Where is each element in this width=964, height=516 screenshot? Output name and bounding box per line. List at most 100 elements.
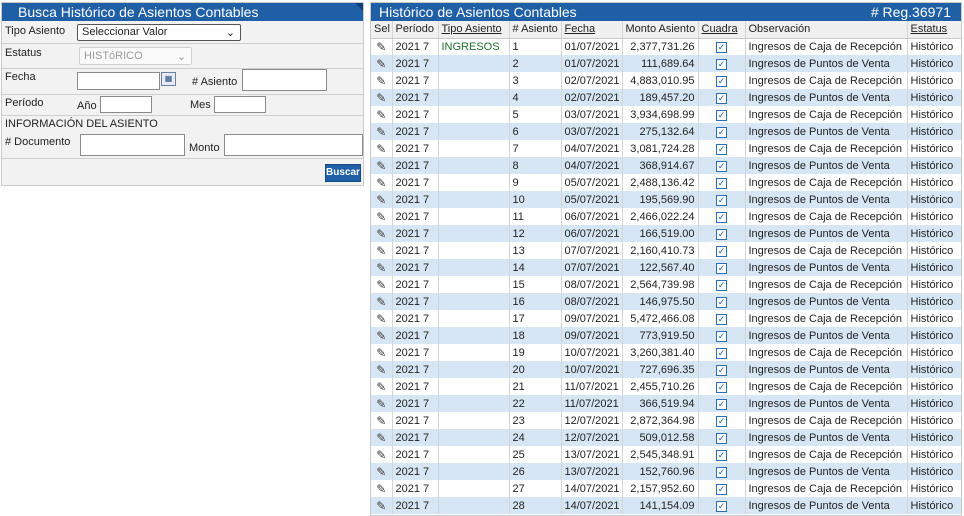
pencil-icon[interactable]: ✎ — [376, 380, 386, 394]
checkbox-checked-icon[interactable]: ✓ — [716, 398, 727, 410]
checkbox-checked-icon[interactable]: ✓ — [716, 466, 727, 478]
table-row[interactable]: ✎ 2021 7 21 11/07/2021 2,455,710.26 ✓ Ingresos… — [371, 378, 961, 395]
row-select-cell[interactable]: ✎ — [371, 293, 393, 310]
table-row[interactable]: ✎ 2021 7 14 07/07/2021 122,567.40 ✓ Ingresos d… — [371, 259, 961, 276]
row-select-cell[interactable]: ✎ — [371, 242, 393, 259]
row-select-cell[interactable]: ✎ — [371, 123, 393, 140]
row-select-cell[interactable]: ✎ — [371, 106, 393, 123]
monto-input[interactable] — [224, 134, 363, 156]
anio-input[interactable] — [100, 96, 152, 113]
checkbox-checked-icon[interactable]: ✓ — [716, 483, 727, 495]
table-row[interactable]: ✎ 2021 7 15 08/07/2021 2,564,739.98 ✓ Ingresos… — [371, 276, 961, 293]
checkbox-checked-icon[interactable]: ✓ — [716, 313, 727, 325]
checkbox-checked-icon[interactable]: ✓ — [716, 75, 727, 87]
checkbox-checked-icon[interactable]: ✓ — [716, 160, 727, 172]
pencil-icon[interactable]: ✎ — [376, 74, 386, 88]
pencil-icon[interactable]: ✎ — [376, 57, 386, 71]
table-row[interactable]: ✎ 2021 7 18 09/07/2021 773,919.50 ✓ Ingresos d… — [371, 327, 961, 344]
row-select-cell[interactable]: ✎ — [371, 378, 393, 395]
buscar-button[interactable]: Buscar — [325, 164, 361, 182]
col-header-tipo-asiento[interactable]: Tipo Asiento — [438, 21, 510, 39]
pencil-icon[interactable]: ✎ — [376, 210, 386, 224]
pencil-icon[interactable]: ✎ — [376, 363, 386, 377]
checkbox-checked-icon[interactable]: ✓ — [716, 279, 727, 291]
checkbox-checked-icon[interactable]: ✓ — [716, 126, 727, 138]
checkbox-checked-icon[interactable]: ✓ — [716, 211, 727, 223]
table-row[interactable]: ✎ 2021 7 5 03/07/2021 3,934,698.99 ✓ Ingresos … — [371, 106, 961, 123]
table-row[interactable]: ✎ 2021 7 20 10/07/2021 727,696.35 ✓ Ingresos d… — [371, 361, 961, 378]
checkbox-checked-icon[interactable]: ✓ — [716, 415, 727, 427]
row-select-cell[interactable]: ✎ — [371, 225, 393, 242]
row-select-cell[interactable]: ✎ — [371, 310, 393, 327]
pencil-icon[interactable]: ✎ — [376, 312, 386, 326]
pencil-icon[interactable]: ✎ — [376, 397, 386, 411]
row-select-cell[interactable]: ✎ — [371, 463, 393, 480]
table-row[interactable]: ✎ 2021 7 13 07/07/2021 2,160,410.73 ✓ Ingresos… — [371, 242, 961, 259]
table-row[interactable]: ✎ 2021 7 8 04/07/2021 368,914.67 ✓ Ingresos de… — [371, 157, 961, 174]
table-row[interactable]: ✎ 2021 7 25 13/07/2021 2,545,348.91 ✓ Ingresos… — [371, 446, 961, 463]
checkbox-checked-icon[interactable]: ✓ — [716, 92, 727, 104]
asiento-input[interactable] — [242, 69, 327, 91]
checkbox-checked-icon[interactable]: ✓ — [716, 58, 727, 70]
pencil-icon[interactable]: ✎ — [376, 499, 386, 513]
checkbox-checked-icon[interactable]: ✓ — [716, 228, 727, 240]
table-row[interactable]: ✎ 2021 7 22 11/07/2021 366,519.94 ✓ Ingresos d… — [371, 395, 961, 412]
col-header-cuadra[interactable]: Cuadra — [698, 21, 746, 39]
table-row[interactable]: ✎ 2021 7 24 12/07/2021 509,012.58 ✓ Ingresos d… — [371, 429, 961, 446]
col-header-estatus[interactable]: Estatus — [907, 21, 961, 39]
table-row[interactable]: ✎ 2021 7 6 03/07/2021 275,132.64 ✓ Ingresos de… — [371, 123, 961, 140]
row-select-cell[interactable]: ✎ — [371, 429, 393, 446]
table-row[interactable]: ✎ 2021 7 12 06/07/2021 166,519.00 ✓ Ingresos d… — [371, 225, 961, 242]
pencil-icon[interactable]: ✎ — [376, 193, 386, 207]
row-select-cell[interactable]: ✎ — [371, 497, 393, 514]
checkbox-checked-icon[interactable]: ✓ — [716, 245, 727, 257]
fecha-input[interactable] — [77, 72, 160, 90]
table-row[interactable]: ✎ 2021 7 16 08/07/2021 146,975.50 ✓ Ingresos d… — [371, 293, 961, 310]
checkbox-checked-icon[interactable]: ✓ — [716, 296, 727, 308]
checkbox-checked-icon[interactable]: ✓ — [716, 109, 727, 121]
table-row[interactable]: ✎ 2021 7 27 14/07/2021 2,157,952.60 ✓ Ingresos… — [371, 480, 961, 497]
pencil-icon[interactable]: ✎ — [376, 227, 386, 241]
pencil-icon[interactable]: ✎ — [376, 329, 386, 343]
pencil-icon[interactable]: ✎ — [376, 108, 386, 122]
pencil-icon[interactable]: ✎ — [376, 448, 386, 462]
table-row[interactable]: ✎ 2021 7 10 05/07/2021 195,569.90 ✓ Ingresos d… — [371, 191, 961, 208]
row-select-cell[interactable]: ✎ — [371, 89, 393, 106]
row-select-cell[interactable]: ✎ — [371, 72, 393, 89]
row-select-cell[interactable]: ✎ — [371, 157, 393, 174]
table-row[interactable]: ✎ 2021 7 17 09/07/2021 5,472,466.08 ✓ Ingresos… — [371, 310, 961, 327]
checkbox-checked-icon[interactable]: ✓ — [716, 143, 727, 155]
pencil-icon[interactable]: ✎ — [376, 176, 386, 190]
checkbox-checked-icon[interactable]: ✓ — [716, 194, 727, 206]
row-select-cell[interactable]: ✎ — [371, 191, 393, 208]
pencil-icon[interactable]: ✎ — [376, 142, 386, 156]
pencil-icon[interactable]: ✎ — [376, 261, 386, 275]
pencil-icon[interactable]: ✎ — [376, 40, 386, 54]
pencil-icon[interactable]: ✎ — [376, 414, 386, 428]
tipo-asiento-select[interactable]: Seleccionar Valor ⌄ — [77, 24, 241, 41]
row-select-cell[interactable]: ✎ — [371, 446, 393, 463]
table-row[interactable]: ✎ 2021 7 4 02/07/2021 189,457.20 ✓ Ingresos de… — [371, 89, 961, 106]
checkbox-checked-icon[interactable]: ✓ — [716, 262, 727, 274]
checkbox-checked-icon[interactable]: ✓ — [716, 330, 727, 342]
row-select-cell[interactable]: ✎ — [371, 412, 393, 429]
checkbox-checked-icon[interactable]: ✓ — [716, 449, 727, 461]
pencil-icon[interactable]: ✎ — [376, 125, 386, 139]
row-select-cell[interactable]: ✎ — [371, 361, 393, 378]
row-select-cell[interactable]: ✎ — [371, 395, 393, 412]
pencil-icon[interactable]: ✎ — [376, 465, 386, 479]
table-row[interactable]: ✎ 2021 7 26 13/07/2021 152,760.96 ✓ Ingresos d… — [371, 463, 961, 480]
checkbox-checked-icon[interactable]: ✓ — [716, 347, 727, 359]
checkbox-checked-icon[interactable]: ✓ — [716, 381, 727, 393]
pencil-icon[interactable]: ✎ — [376, 431, 386, 445]
pencil-icon[interactable]: ✎ — [376, 278, 386, 292]
checkbox-checked-icon[interactable]: ✓ — [716, 500, 727, 512]
table-row[interactable]: ✎ 2021 7 23 12/07/2021 2,872,364.98 ✓ Ingresos… — [371, 412, 961, 429]
col-header-fecha[interactable]: Fecha — [561, 21, 623, 39]
row-select-cell[interactable]: ✎ — [371, 38, 393, 55]
table-row[interactable]: ✎ 2021 7 28 14/07/2021 141,154.09 ✓ Ingresos d… — [371, 497, 961, 514]
checkbox-checked-icon[interactable]: ✓ — [716, 177, 727, 189]
pencil-icon[interactable]: ✎ — [376, 91, 386, 105]
row-select-cell[interactable]: ✎ — [371, 276, 393, 293]
row-select-cell[interactable]: ✎ — [371, 327, 393, 344]
